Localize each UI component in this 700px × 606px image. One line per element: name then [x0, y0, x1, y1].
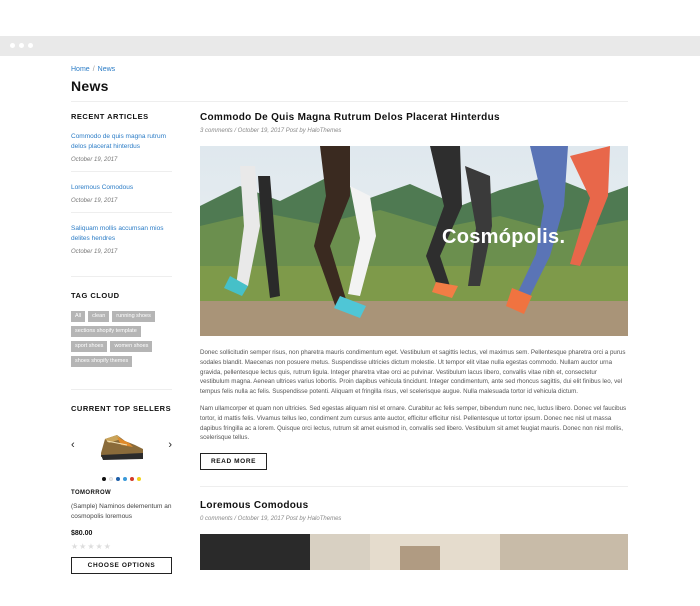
- carousel-prev-icon[interactable]: ‹: [71, 439, 75, 451]
- swatch-blue[interactable]: [116, 477, 120, 481]
- swatch-black[interactable]: [102, 477, 106, 481]
- breadcrumb-current-link[interactable]: News: [98, 66, 116, 73]
- product-vendor: TOMORROW: [71, 490, 112, 496]
- recent-article-link[interactable]: Loremous Comodous: [71, 183, 172, 193]
- window-dot-icon[interactable]: [19, 43, 24, 48]
- recent-article-date: October 19, 2017: [71, 157, 118, 163]
- recent-articles-heading: RECENT ARTICLES: [71, 112, 149, 121]
- post-title[interactable]: Loremous Comodous: [200, 500, 628, 511]
- swatch-white[interactable]: [109, 477, 113, 481]
- tag-cloud-heading: TAG CLOUD: [71, 291, 120, 300]
- browser-titlebar: [0, 36, 700, 56]
- recent-article-item: Loremous Comodous October 19, 2017: [71, 183, 172, 213]
- tag-cloud: All clean running shoes sections shopify…: [71, 311, 172, 390]
- tag-women-shoes[interactable]: women shoes: [110, 341, 153, 352]
- breadcrumb-home-link[interactable]: Home: [71, 66, 90, 73]
- image-overlay-text: Cosmópolis.: [442, 226, 566, 248]
- post-meta: 3 comments / October 19, 2017 Post by Ha…: [200, 128, 342, 134]
- sidebar: RECENT ARTICLES Commodo de quis magna ru…: [71, 112, 172, 574]
- hiking-shoe-image[interactable]: [97, 429, 147, 465]
- recent-article-date: October 19, 2017: [71, 249, 118, 255]
- post-divider: [200, 486, 628, 488]
- tag-all[interactable]: All: [71, 311, 86, 322]
- tag-sport-shoes[interactable]: sport shoes: [71, 341, 108, 352]
- rating-stars: ★★★★★: [71, 542, 112, 551]
- post-photo: [200, 534, 628, 571]
- post-featured-image[interactable]: [200, 534, 628, 571]
- post-featured-image[interactable]: Cosmópolis.: [200, 146, 628, 336]
- window-dot-icon[interactable]: [28, 43, 33, 48]
- post-item: Loremous Comodous 0 comments / October 1…: [200, 500, 628, 571]
- main-content: Commodo De Quis Magna Rutrum Delos Place…: [200, 112, 628, 571]
- page-title: News: [71, 78, 109, 94]
- recent-article-link[interactable]: Commodo de quis magna rutrum delos place…: [71, 132, 172, 152]
- post-meta: 0 comments / October 19, 2017 Post by Ha…: [200, 516, 342, 523]
- read-more-button[interactable]: READ MORE: [200, 453, 267, 471]
- blog-page: Home / News News RECENT ARTICLES Commodo d…: [0, 56, 700, 606]
- choose-options-button[interactable]: CHOOSE OPTIONS: [71, 557, 172, 574]
- swatch-yellow[interactable]: [137, 477, 141, 481]
- tag-clean[interactable]: clean: [88, 311, 110, 322]
- window-controls: [10, 43, 33, 48]
- tag-running-shoes[interactable]: running shoes: [112, 311, 155, 322]
- tag-shoes-shopify-themes[interactable]: shoes shopify themes: [71, 356, 133, 367]
- post-excerpt: Donec sollicitudin semper risus, non pha…: [200, 348, 628, 443]
- swatch-red[interactable]: [130, 477, 134, 481]
- tag-sections-shopify-template[interactable]: sections shopify template: [71, 326, 141, 337]
- post-title[interactable]: Commodo De Quis Magna Rutrum Delos Place…: [200, 112, 628, 123]
- swatch-light-blue[interactable]: [123, 477, 127, 481]
- recent-article-item: Saliquam mollis accumsan mios delites he…: [71, 224, 172, 277]
- top-sellers-heading: CURRENT TOP SELLERS: [71, 404, 172, 413]
- product-name[interactable]: (Sample) Naminos delementum an cosmopoli…: [71, 502, 172, 522]
- color-swatches: [71, 477, 172, 481]
- recent-article-item: Commodo de quis magna rutrum delos place…: [71, 132, 172, 172]
- post-paragraph: Nam ullamcorper et quam non ultricies. S…: [200, 404, 627, 442]
- breadcrumb: Home / News: [71, 66, 115, 73]
- window-dot-icon[interactable]: [10, 43, 15, 48]
- product-price: $80.00: [71, 530, 93, 537]
- browser-window: Home / News News RECENT ARTICLES Commodo d…: [0, 0, 700, 606]
- post-paragraph: Donec sollicitudin semper risus, non pha…: [200, 349, 626, 396]
- header-divider: [71, 101, 628, 102]
- product-carousel: ‹ ›: [71, 429, 172, 469]
- recent-article-link[interactable]: Saliquam mollis accumsan mios delites he…: [71, 224, 172, 244]
- carousel-next-icon[interactable]: ›: [168, 439, 172, 451]
- recent-article-date: October 19, 2017: [71, 198, 118, 204]
- breadcrumb-separator: /: [92, 66, 95, 73]
